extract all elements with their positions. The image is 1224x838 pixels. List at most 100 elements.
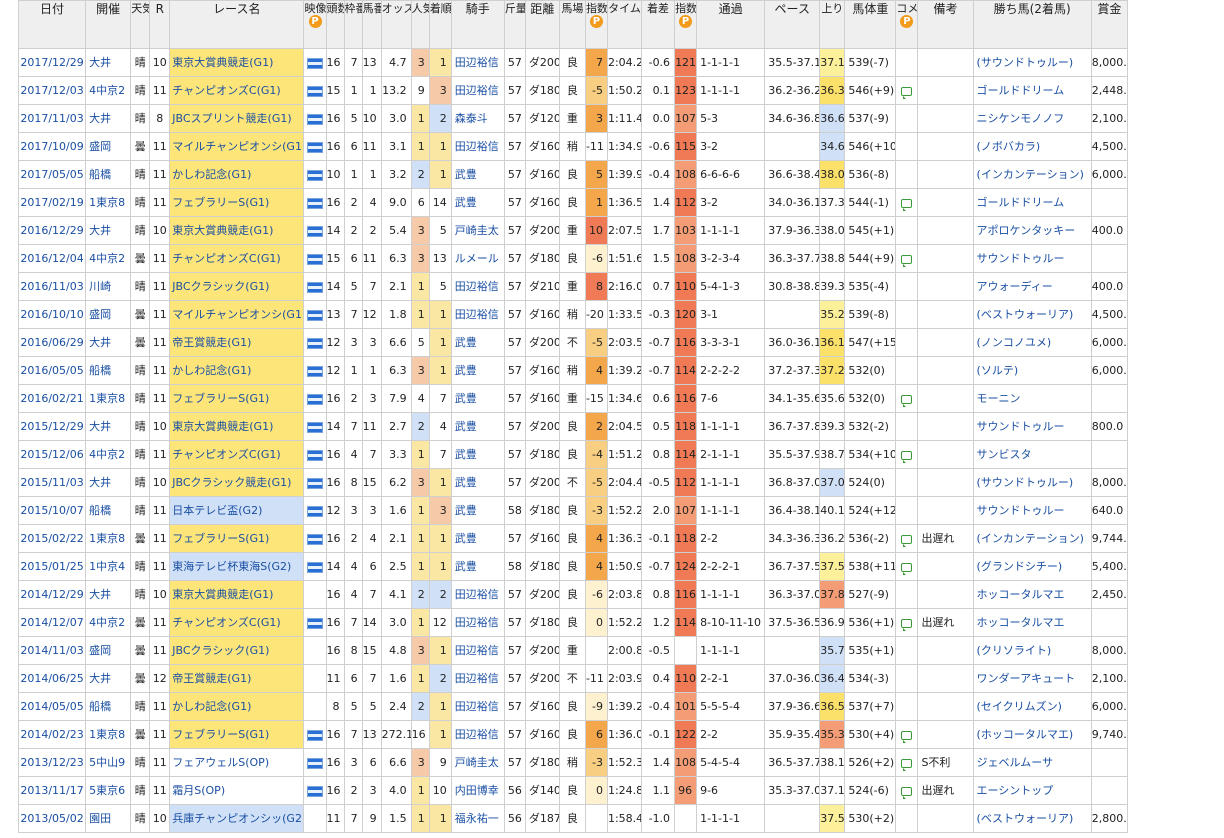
date-link[interactable]: 2013/12/23 (17, 748, 87, 777)
winner-link[interactable]: ゴールドドリーム (972, 188, 1092, 217)
winner-link[interactable]: ゴールドドリーム (972, 76, 1092, 105)
video-icon[interactable] (307, 561, 323, 573)
video-icon[interactable] (307, 533, 323, 545)
date-link[interactable]: 2016/05/05 (17, 356, 87, 385)
date-link[interactable]: 2014/06/25 (17, 664, 87, 693)
comment-icon[interactable] (901, 534, 913, 547)
race-name-link[interactable]: チャンピオンズC(G1) (169, 244, 305, 273)
date-link[interactable]: 2017/05/05 (17, 160, 87, 189)
comment-cell[interactable] (895, 272, 919, 301)
comment-icon[interactable] (901, 786, 913, 799)
jockey-link[interactable]: 武豊 (450, 328, 505, 357)
race-name-link[interactable]: フェアウェルS(OP) (169, 748, 305, 777)
date-link[interactable]: 2017/02/19 (17, 188, 87, 217)
venue-link[interactable]: 園田 (85, 804, 132, 833)
winner-link[interactable]: サウンドトゥルー (972, 412, 1092, 441)
comment-icon[interactable] (901, 254, 913, 267)
date-link[interactable]: 2016/12/04 (17, 244, 87, 273)
jockey-link[interactable]: 田辺裕信 (450, 132, 505, 161)
comment-icon[interactable] (901, 394, 913, 407)
video-cell[interactable] (303, 636, 327, 665)
jockey-link[interactable]: 武豊 (450, 356, 505, 385)
video-icon[interactable] (307, 225, 323, 237)
race-name-link[interactable]: フェブラリーS(G1) (169, 524, 305, 553)
jockey-link[interactable]: 武豊 (450, 496, 505, 525)
date-link[interactable]: 2013/11/17 (17, 776, 87, 805)
race-name-link[interactable]: チャンピオンズC(G1) (169, 76, 305, 105)
race-name-link[interactable]: フェブラリーS(G1) (169, 188, 305, 217)
winner-link[interactable]: ホッコータルマエ (972, 608, 1092, 637)
video-cell[interactable] (303, 160, 327, 189)
comment-cell[interactable] (895, 664, 919, 693)
winner-link[interactable]: サンビスタ (972, 440, 1092, 469)
venue-link[interactable]: 船橋 (85, 356, 132, 385)
date-link[interactable]: 2016/10/10 (17, 300, 87, 329)
venue-link[interactable]: 大井 (85, 412, 132, 441)
date-link[interactable]: 2014/11/03 (17, 636, 87, 665)
venue-link[interactable]: 川崎 (85, 272, 132, 301)
comment-cell[interactable] (895, 440, 919, 469)
comment-cell[interactable] (895, 328, 919, 357)
header-venue[interactable]: 開催 (85, 0, 132, 49)
date-link[interactable]: 2016/06/29 (17, 328, 87, 357)
venue-link[interactable]: 船橋 (85, 160, 132, 189)
video-cell[interactable] (303, 748, 327, 777)
winner-link[interactable]: (ホッコータルマエ) (972, 720, 1092, 749)
race-name-link[interactable]: 東京大賞典競走(G1) (169, 216, 305, 245)
comment-cell[interactable] (895, 552, 919, 581)
jockey-link[interactable]: 戸崎圭太 (450, 748, 505, 777)
winner-link[interactable]: (ソルテ) (972, 356, 1092, 385)
comment-cell[interactable] (895, 104, 919, 133)
video-cell[interactable] (303, 188, 327, 217)
date-link[interactable]: 2017/12/03 (17, 76, 87, 105)
comment-cell[interactable] (895, 804, 919, 833)
date-link[interactable]: 2014/12/07 (17, 608, 87, 637)
video-cell[interactable] (303, 132, 327, 161)
jockey-link[interactable]: 武豊 (450, 552, 505, 581)
comment-cell[interactable] (895, 132, 919, 161)
venue-link[interactable]: 大井 (85, 580, 132, 609)
comment-cell[interactable] (895, 496, 919, 525)
video-icon[interactable] (307, 281, 323, 293)
video-icon[interactable] (307, 393, 323, 405)
jockey-link[interactable]: 武豊 (450, 160, 505, 189)
winner-link[interactable]: ワンダーアキュート (972, 664, 1092, 693)
video-icon[interactable] (307, 85, 323, 97)
jockey-link[interactable]: 田辺裕信 (450, 580, 505, 609)
video-icon[interactable] (307, 365, 323, 377)
venue-link[interactable]: 盛岡 (85, 636, 132, 665)
venue-link[interactable]: 1東京8 (85, 384, 132, 413)
video-cell[interactable] (303, 356, 327, 385)
date-link[interactable]: 2015/12/06 (17, 440, 87, 469)
venue-link[interactable]: 盛岡 (85, 132, 132, 161)
comment-cell[interactable] (895, 748, 919, 777)
comment-icon[interactable] (901, 450, 913, 463)
winner-link[interactable]: (セイクリムズン) (972, 692, 1092, 721)
date-link[interactable]: 2015/11/03 (17, 468, 87, 497)
video-cell[interactable] (303, 776, 327, 805)
video-icon[interactable] (307, 729, 323, 741)
header-date[interactable]: 日付 (17, 0, 87, 49)
date-link[interactable]: 2016/11/03 (17, 272, 87, 301)
winner-link[interactable]: (サウンドトゥルー) (972, 48, 1092, 77)
race-name-link[interactable]: マイルチャンピオンシ(G1) (169, 132, 305, 161)
venue-link[interactable]: 5東京6 (85, 776, 132, 805)
video-cell[interactable] (303, 216, 327, 245)
jockey-link[interactable]: 田辺裕信 (450, 76, 505, 105)
comment-cell[interactable] (895, 776, 919, 805)
jockey-link[interactable]: 武豊 (450, 412, 505, 441)
date-link[interactable]: 2015/10/07 (17, 496, 87, 525)
venue-link[interactable]: 大井 (85, 468, 132, 497)
video-cell[interactable] (303, 244, 327, 273)
winner-link[interactable]: アウォーディー (972, 272, 1092, 301)
video-cell[interactable] (303, 48, 327, 77)
winner-link[interactable]: (ベストウォーリア) (972, 804, 1092, 833)
winner-link[interactable]: ニシケンモノノフ (972, 104, 1092, 133)
venue-link[interactable]: 4中京2 (85, 244, 132, 273)
venue-link[interactable]: 1東京8 (85, 188, 132, 217)
venue-link[interactable]: 船橋 (85, 692, 132, 721)
jockey-link[interactable]: 田辺裕信 (450, 272, 505, 301)
video-icon[interactable] (307, 197, 323, 209)
date-link[interactable]: 2017/12/29 (17, 48, 87, 77)
date-link[interactable]: 2016/12/29 (17, 216, 87, 245)
